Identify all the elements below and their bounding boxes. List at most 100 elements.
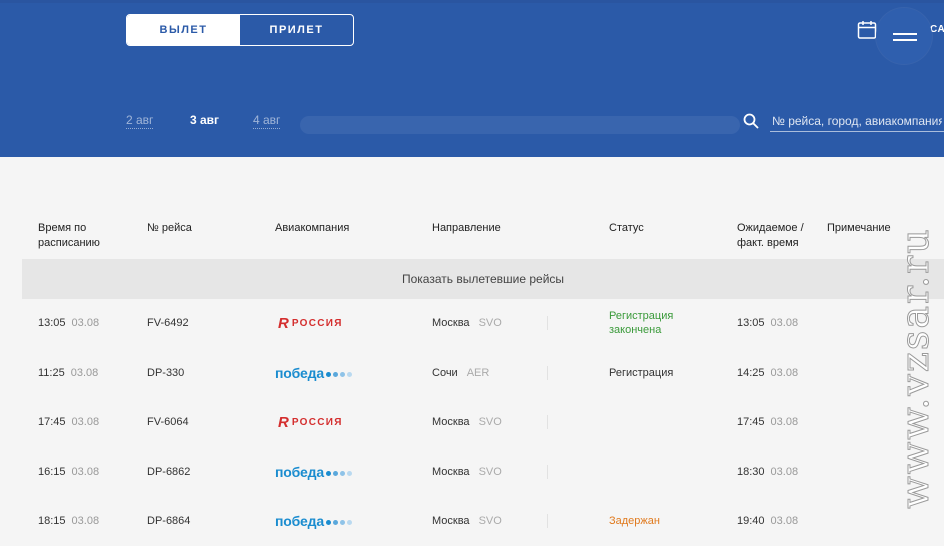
column-header-expected-time: Ожидаемое / факт. время [737, 222, 804, 249]
flight-number[interactable]: DP-6862 [147, 466, 190, 478]
pobeda-dots [325, 520, 352, 525]
direction-toggle: ВЫЛЕТ ПРИЛЕТ [126, 14, 354, 46]
pobeda-dot-icon [325, 372, 331, 377]
header: ВЫЛЕТ ПРИЛЕТ СА 2 авг 3 авг 4 авг [0, 0, 944, 157]
column-header-note: Примечание [827, 222, 891, 234]
expected-date: 03.08 [770, 515, 799, 527]
date-tab-next[interactable]: 4 авг [253, 113, 281, 129]
destination-city: Москва [432, 317, 470, 329]
airline-cell: победа [275, 349, 352, 397]
column-divider [547, 465, 548, 479]
airline-cell: победа [275, 448, 352, 496]
pobeda-dot-icon [346, 520, 352, 525]
expected-time-cell: 18:30 03.08 [737, 448, 798, 496]
table-row[interactable]: 17:45 03.08 FV-6064 R РОССИЯ Москва SVO 17:45 03… [0, 398, 944, 446]
pobeda-logo-text: победа [275, 365, 324, 381]
column-divider [547, 514, 548, 528]
scheduled-time: 18:15 [38, 515, 66, 527]
pobeda-logo: победа [275, 464, 352, 480]
expected-date: 03.08 [770, 416, 799, 428]
destination-code: SVO [478, 416, 502, 428]
status-cell: Регистрация [609, 349, 673, 397]
expected-time: 18:30 [737, 466, 765, 478]
pobeda-dot-icon [332, 520, 338, 525]
header-top-line [0, 0, 944, 3]
date-tab-current[interactable]: 3 авг [190, 113, 219, 127]
destination-city: Москва [432, 416, 470, 428]
scheduled-time: 11:25 [38, 367, 65, 379]
column-header-flight-number: № рейса [147, 222, 192, 234]
pobeda-dot-icon [325, 471, 331, 476]
table-row[interactable]: 11:25 03.08 DP-330 победа Сочи AER Регистрация… [0, 349, 944, 397]
expected-time: 19:40 [737, 515, 765, 527]
table-row[interactable]: 16:15 03.08 DP-6862 победа Москва SVO 18:30 03.… [0, 448, 944, 496]
table-row[interactable]: 13:05 03.08 FV-6492 R РОССИЯ Москва SVO Регистр… [0, 299, 944, 347]
rossiya-logo: R РОССИЯ [278, 315, 343, 332]
destination-code: SVO [478, 466, 502, 478]
search-icon[interactable] [743, 113, 759, 129]
menu-button[interactable] [876, 8, 932, 64]
expected-time: 17:45 [737, 416, 765, 428]
tab-arrival[interactable]: ПРИЛЕТ [240, 15, 353, 45]
scheduled-time-cell: 18:15 03.08 [38, 497, 99, 545]
scheduled-time: 16:15 [38, 466, 66, 478]
expected-time-cell: 17:45 03.08 [737, 398, 798, 446]
airline-cell: R РОССИЯ [278, 398, 343, 446]
column-header-scheduled-time: Время по расписанию [38, 222, 100, 249]
flight-number-cell: DP-6862 [147, 448, 190, 496]
destination-code: SVO [478, 317, 502, 329]
header-cut-text: СА [930, 24, 944, 35]
show-departed-flights-button[interactable]: Показать вылетевшие рейсы [22, 259, 944, 299]
flight-number[interactable]: FV-6064 [147, 416, 189, 428]
flight-number[interactable]: FV-6492 [147, 317, 189, 329]
rossiya-logo-text: РОССИЯ [291, 317, 343, 329]
expected-time: 13:05 [737, 317, 765, 329]
scheduled-time: 13:05 [38, 317, 66, 329]
table-row[interactable]: 18:15 03.08 DP-6864 победа Москва SVO Задержан… [0, 497, 944, 545]
pobeda-dot-icon [346, 372, 352, 377]
header-watermark [300, 116, 740, 134]
pobeda-logo-text: победа [275, 513, 324, 529]
search-input[interactable] [770, 110, 944, 132]
pobeda-logo-text: победа [275, 464, 324, 480]
pobeda-dots [325, 372, 352, 377]
scheduled-time-cell: 17:45 03.08 [38, 398, 99, 446]
destination-cell: Сочи AER [432, 349, 489, 397]
airline-cell: R РОССИЯ [278, 299, 343, 347]
hamburger-menu-icon [893, 33, 917, 35]
destination-cell: Москва SVO [432, 299, 502, 347]
scheduled-date: 03.08 [71, 466, 100, 478]
scheduled-date: 03.08 [71, 416, 100, 428]
scheduled-date: 03.08 [70, 367, 99, 379]
rossiya-logo: R РОССИЯ [278, 414, 343, 431]
destination-cell: Москва SVO [432, 497, 502, 545]
destination-city: Сочи [432, 367, 458, 379]
hamburger-menu-icon [893, 39, 917, 41]
scheduled-time-cell: 16:15 03.08 [38, 448, 99, 496]
status-cell: Задержан [609, 497, 660, 545]
date-tab-prev[interactable]: 2 авг [126, 113, 154, 129]
expected-date: 03.08 [770, 367, 799, 379]
tab-departure[interactable]: ВЫЛЕТ [127, 15, 240, 45]
column-header-status: Статус [609, 222, 644, 234]
flight-number[interactable]: DP-330 [147, 367, 184, 379]
destination-code: AER [466, 367, 490, 379]
flight-status: Регистрация [609, 367, 674, 379]
expected-date: 03.08 [770, 317, 799, 329]
flight-number-cell: DP-6864 [147, 497, 190, 545]
column-divider [547, 415, 548, 429]
expected-time-cell: 14:25 03.08 [737, 349, 798, 397]
calendar-icon[interactable] [857, 20, 877, 40]
scheduled-date: 03.08 [71, 317, 100, 329]
scheduled-time-cell: 11:25 03.08 [38, 349, 98, 397]
destination-city: Москва [432, 515, 470, 527]
pobeda-dots [325, 471, 352, 476]
column-header-destination: Направление [432, 222, 501, 234]
pobeda-dot-icon [339, 520, 345, 525]
pobeda-dot-icon [339, 471, 345, 476]
flight-number-cell: DP-330 [147, 349, 184, 397]
destination-code: SVO [478, 515, 502, 527]
column-header-airline: Авиакомпания [275, 222, 350, 234]
flight-number-cell: FV-6064 [147, 398, 189, 446]
flight-number[interactable]: DP-6864 [147, 515, 190, 527]
